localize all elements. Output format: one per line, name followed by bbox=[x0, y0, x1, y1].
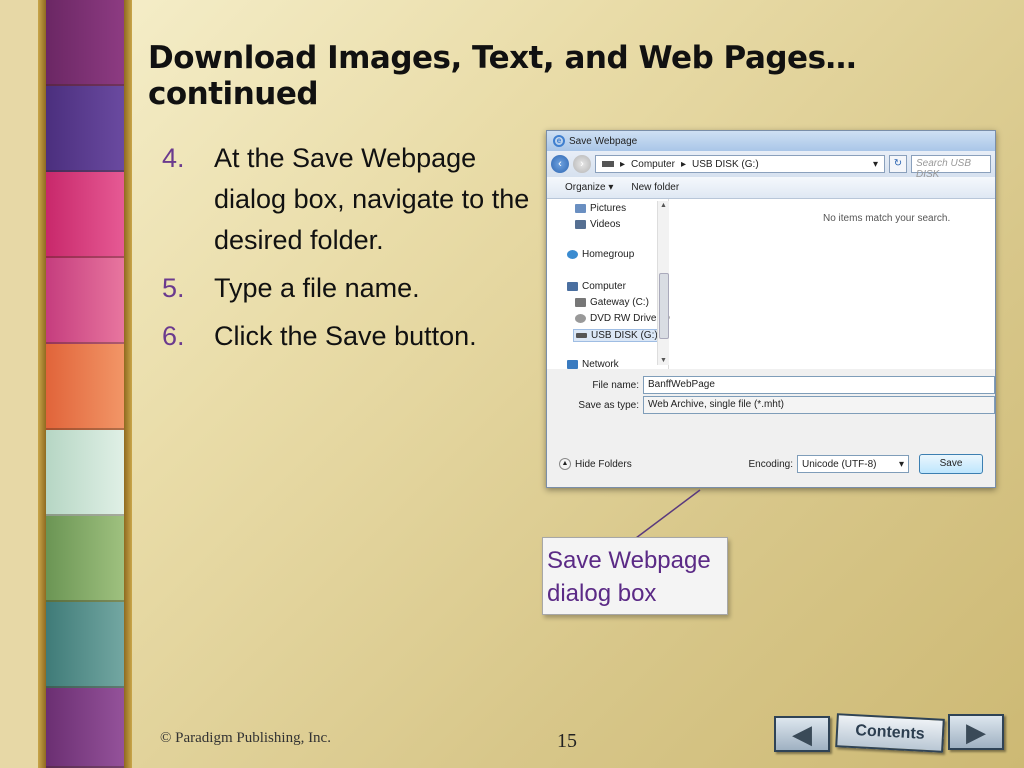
callout-label: Save Webpage dialog box bbox=[542, 537, 728, 615]
callout-connector bbox=[635, 489, 701, 539]
contents-button[interactable]: Contents bbox=[835, 713, 945, 753]
previous-slide-button[interactable]: ◀ bbox=[774, 716, 830, 752]
arrow-left-icon: ◀ bbox=[792, 718, 812, 749]
next-slide-button[interactable]: ▶ bbox=[948, 714, 1004, 750]
copyright-text: © Paradigm Publishing, Inc. bbox=[160, 730, 331, 746]
page-number: 15 bbox=[557, 730, 577, 752]
arrow-right-icon: ▶ bbox=[966, 716, 986, 747]
